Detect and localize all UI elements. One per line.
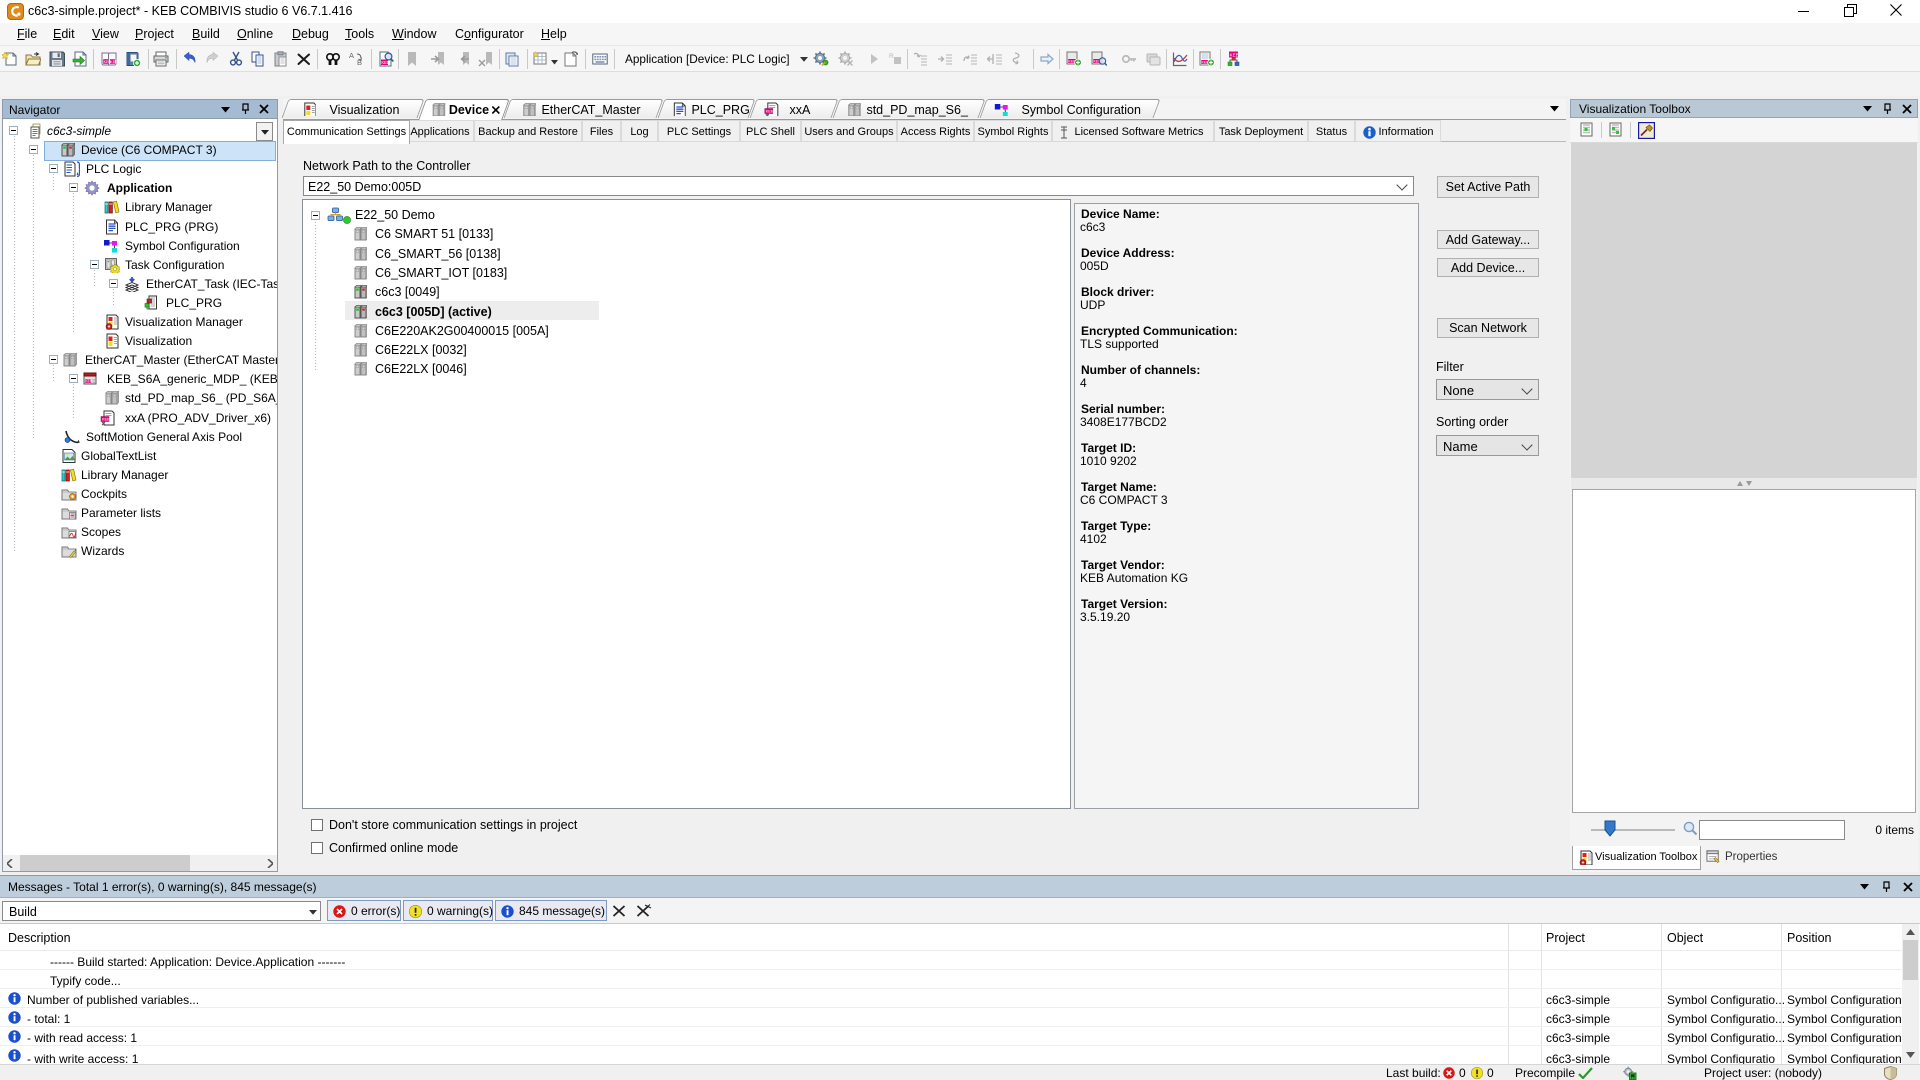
svg-text:KEB: KEB (381, 60, 390, 65)
svg-text:KEB: KEB (1230, 52, 1239, 57)
svg-text:KEB: KEB (110, 60, 117, 64)
svg-text:A: A (349, 51, 354, 60)
svg-text:R: R (889, 53, 894, 60)
